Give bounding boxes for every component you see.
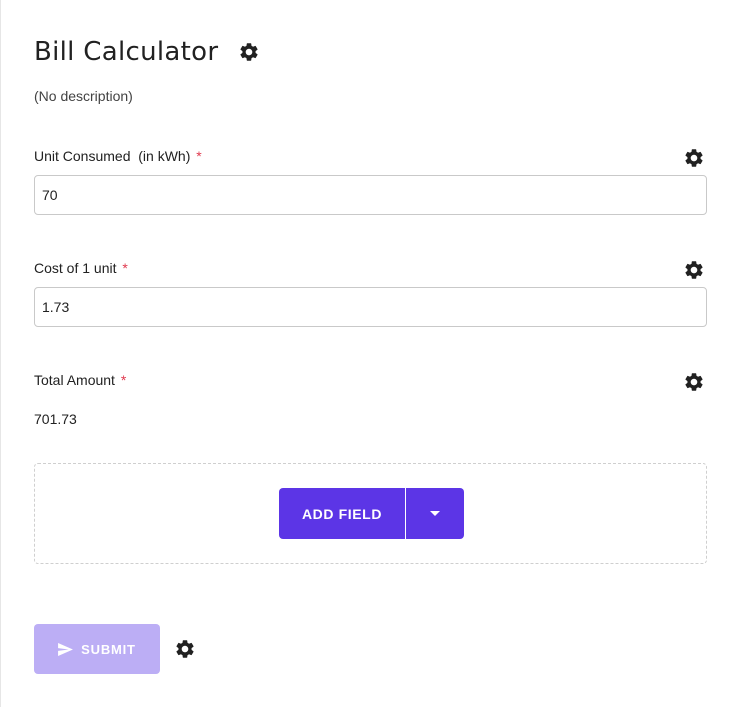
form-header: Bill Calculator xyxy=(34,34,260,70)
add-field-button[interactable]: ADD FIELD xyxy=(279,488,406,539)
field-settings-gear-icon[interactable] xyxy=(683,371,705,393)
required-asterisk: * xyxy=(122,260,128,276)
field-settings-gear-icon[interactable] xyxy=(683,147,705,169)
unit-consumed-input[interactable] xyxy=(34,175,707,215)
add-field-split-button: ADD FIELD xyxy=(279,488,464,539)
field-settings-gear-icon[interactable] xyxy=(683,259,705,281)
cost-per-unit-input[interactable] xyxy=(34,287,707,327)
total-amount-value: 701.73 xyxy=(34,411,77,427)
field-cost-per-unit: Cost of 1 unit * xyxy=(34,258,707,330)
field-total-amount: Total Amount * 701.73 xyxy=(34,370,707,430)
form-description: (No description) xyxy=(34,88,133,104)
field-label-text: Cost of 1 unit xyxy=(34,260,117,276)
required-asterisk: * xyxy=(120,372,127,388)
caret-down-icon xyxy=(430,511,440,516)
add-field-dropdown-button[interactable] xyxy=(406,488,464,539)
send-icon xyxy=(58,642,74,656)
field-label-text: Total Amount xyxy=(34,372,115,388)
submit-button[interactable]: SUBMIT xyxy=(34,624,160,674)
field-label: Unit Consumed (in kWh) * xyxy=(34,146,707,166)
field-unit-consumed: Unit Consumed (in kWh) * xyxy=(34,146,707,218)
field-label-text: Unit Consumed (in kWh) xyxy=(34,148,191,164)
form-title: Bill Calculator xyxy=(34,37,219,67)
field-label: Cost of 1 unit * xyxy=(34,258,707,278)
submit-settings-gear-icon[interactable] xyxy=(174,638,196,660)
form-settings-gear-icon[interactable] xyxy=(238,41,260,63)
add-field-dropzone: ADD FIELD xyxy=(34,463,707,564)
form-builder-page: Bill Calculator (No description) Unit Co… xyxy=(0,0,738,707)
field-label: Total Amount * xyxy=(34,370,707,390)
required-asterisk: * xyxy=(196,148,202,164)
submit-label: SUBMIT xyxy=(81,641,136,657)
left-divider xyxy=(0,0,1,707)
